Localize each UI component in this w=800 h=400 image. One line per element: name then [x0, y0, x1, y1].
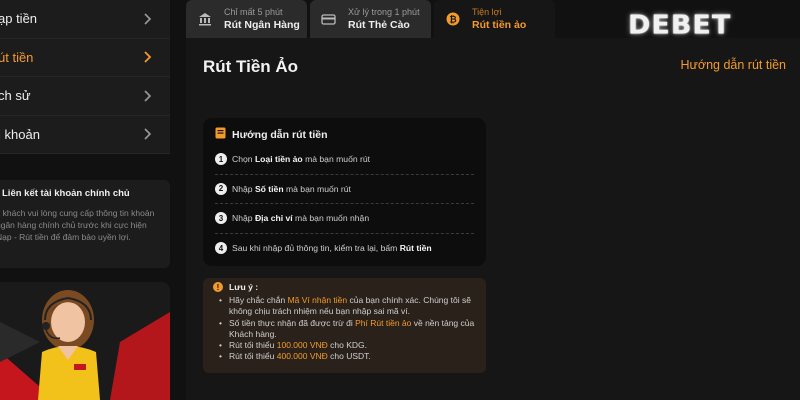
tab-subtitle: Xử lý trong 1 phút: [348, 7, 420, 17]
tab-card-withdraw[interactable]: Xử lý trong 1 phút Rút Thẻ Cào: [310, 0, 431, 38]
guide-step: 3 Nhập Địa chỉ ví mà bạn muốn nhận: [215, 204, 474, 234]
main-panel: Rút Tiền Ảo Hướng dẫn rút tiền Hướng dẫn…: [186, 38, 800, 400]
note-item: Rút tối thiểu 100.000 VNĐ cho KDG.: [217, 340, 476, 352]
bank-icon: [196, 10, 214, 28]
tab-text: Chỉ mất 5 phút Rút Ngân Hàng: [224, 7, 300, 31]
tab-text: Tiện lợi Rút tiền ảo: [472, 7, 526, 31]
chevron-right-icon: [140, 127, 154, 141]
guide-steps: 1 Chọn Loại tiền ảo mà bạn muốn rút 2 Nh…: [215, 145, 474, 263]
notes-heading: Lưu ý :: [229, 282, 259, 292]
sidebar-item-label: i khoản: [0, 126, 40, 142]
page-title: Rút Tiền Ảo: [203, 57, 299, 76]
step-number: 3: [215, 212, 227, 225]
support-agent-banner[interactable]: [0, 282, 170, 400]
step-number: 4: [215, 242, 227, 255]
guide-step: 4 Sau khi nhập đủ thông tin, kiểm tra lạ…: [215, 234, 474, 264]
tab-label: Rút Thẻ Cào: [348, 19, 410, 31]
guide-card: Hướng dẫn rút tiền 1 Chọn Loại tiền ảo m…: [203, 118, 486, 266]
support-agent-illustration: [0, 290, 170, 400]
link-account-info: Liên kết tài khoản chính chủ ý khách vui…: [0, 180, 170, 268]
book-icon: [215, 127, 226, 142]
tab-crypto-withdraw[interactable]: ₿ Tiện lợi Rút tiền ảo: [434, 0, 555, 38]
brand-logo[interactable]: DEBET: [628, 11, 731, 40]
step-text: Chọn Loại tiền ảo mà bạn muốn rút: [232, 154, 371, 165]
tab-subtitle: Chỉ mất 5 phút: [224, 7, 283, 17]
sidebar-item-label: ạp tiền: [0, 11, 38, 27]
tab-label: Rút tiền ảo: [472, 19, 527, 31]
step-number: 2: [215, 182, 227, 195]
withdraw-guide-link[interactable]: Hướng dẫn rút tiền: [680, 58, 786, 72]
sidebar-item-label: út tiền: [0, 49, 34, 65]
info-title: Liên kết tài khoản chính chủ: [2, 188, 130, 199]
info-icon: !: [213, 282, 223, 292]
guide-heading: Hướng dẫn rút tiền: [232, 128, 328, 141]
step-text: Nhập Địa chỉ ví mà bạn muốn nhận: [232, 213, 370, 224]
note-item: Số tiền thực nhận đã được trừ đi Phí Rút…: [217, 318, 476, 341]
sidebar-item-withdraw[interactable]: út tiền: [0, 39, 170, 77]
step-text: Sau khi nhập đủ thông tin, kiểm tra lại,…: [232, 243, 432, 254]
step-text: Nhập Số tiền mà bạn muốn rút: [232, 183, 351, 194]
sidebar-item-label: ch sử: [0, 88, 31, 104]
withdraw-method-tabs: Chỉ mất 5 phút Rút Ngân Hàng Xử lý trong…: [186, 0, 555, 38]
notes-card: ! Lưu ý : Hãy chắc chắn Mã Ví nhận tiền …: [203, 278, 486, 373]
tab-label: Rút Ngân Hàng: [224, 19, 300, 31]
guide-step: 2 Nhập Số tiền mà bạn muốn rút: [215, 175, 474, 204]
sidebar-item-account[interactable]: i khoản: [0, 116, 170, 154]
tab-text: Xử lý trong 1 phút Rút Thẻ Cào: [348, 7, 420, 31]
card-icon: [320, 10, 338, 28]
sidebar: ạp tiền út tiền ch sử i khoản Liên kết t…: [0, 0, 170, 400]
chevron-right-icon: [140, 50, 154, 64]
sidebar-item-history[interactable]: ch sử: [0, 77, 170, 116]
sidebar-menu: ạp tiền út tiền ch sử i khoản: [0, 0, 170, 154]
notes-heading-row: ! Lưu ý :: [213, 282, 476, 292]
info-text: ý khách vui lòng cung cấp thông tin khoả…: [0, 208, 155, 242]
tab-bank-withdraw[interactable]: Chỉ mất 5 phút Rút Ngân Hàng: [186, 0, 307, 38]
svg-text:₿: ₿: [449, 15, 456, 26]
note-item: Rút tối thiểu 400.000 VNĐ cho USDT.: [217, 351, 476, 363]
note-item: Hãy chắc chắn Mã Ví nhận tiền của bạn ch…: [217, 295, 476, 318]
chevron-right-icon: [140, 12, 154, 26]
guide-step: 1 Chọn Loại tiền ảo mà bạn muốn rút: [215, 145, 474, 175]
notes-list: Hãy chắc chắn Mã Ví nhận tiền của bạn ch…: [213, 295, 476, 363]
tab-subtitle: Tiện lợi: [472, 7, 502, 17]
guide-heading-row: Hướng dẫn rút tiền: [215, 127, 474, 142]
sidebar-item-deposit[interactable]: ạp tiền: [0, 0, 170, 39]
chevron-right-icon: [140, 89, 154, 103]
bitcoin-icon: ₿: [444, 10, 462, 28]
step-number: 1: [215, 153, 227, 166]
